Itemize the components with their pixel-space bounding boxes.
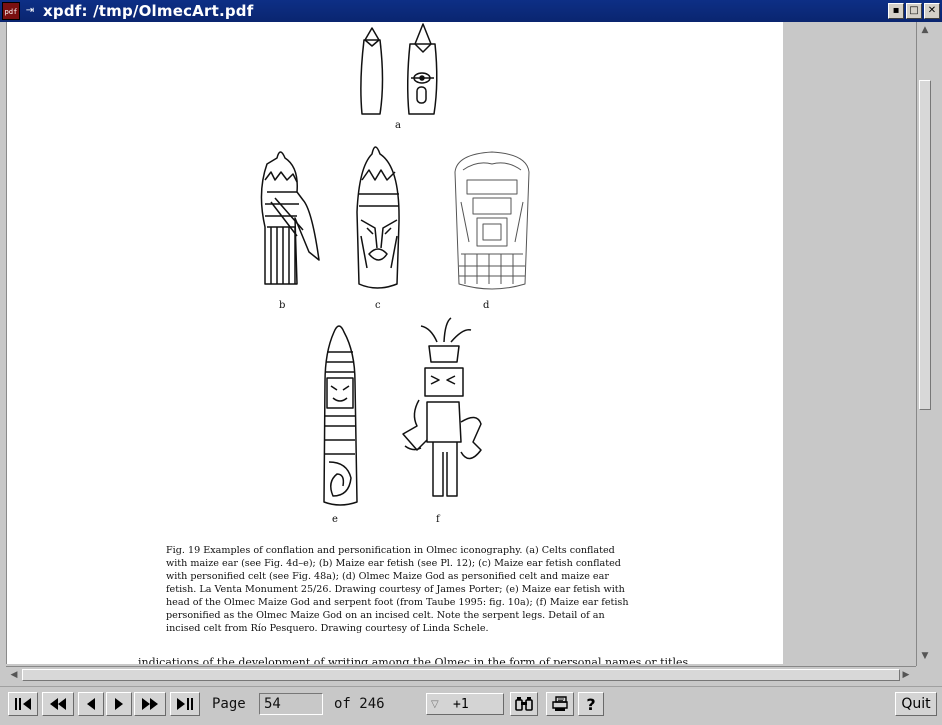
close-button[interactable]: ✕	[924, 3, 940, 19]
first-page-button[interactable]	[8, 692, 38, 716]
figure-label-e: e	[332, 514, 338, 525]
next-page-button[interactable]	[106, 692, 132, 716]
maximize-button[interactable]: □	[906, 3, 922, 19]
find-icon	[515, 697, 533, 711]
pdf-page: a b c d e f Fig. 19 Examples of conflati…	[7, 22, 783, 664]
scroll-left-icon[interactable]: ◀	[8, 669, 20, 681]
print-icon	[552, 696, 568, 711]
figure-b-drawing	[260, 151, 320, 285]
back-ten-pages-button[interactable]	[42, 692, 74, 716]
horizontal-scrollbar[interactable]: ◀ ▶	[6, 666, 916, 682]
minimize-button[interactable]: ▪	[888, 3, 904, 19]
toolbar: Page 54 of 246 ▽ +1 ? Quit	[0, 686, 942, 720]
scroll-right-icon[interactable]: ▶	[900, 669, 912, 681]
zoom-select[interactable]: ▽ +1	[426, 693, 504, 715]
horizontal-scroll-thumb[interactable]	[22, 669, 900, 681]
print-button[interactable]	[546, 692, 574, 716]
page-label: Page	[212, 696, 246, 712]
page-number-input[interactable]: 54	[259, 693, 323, 715]
figure-illustrations	[260, 23, 530, 506]
document-viewport[interactable]: a b c d e f Fig. 19 Examples of conflati…	[6, 22, 916, 664]
next-page-icon	[115, 698, 123, 710]
figure-f-drawing	[402, 317, 482, 497]
last-page-icon	[177, 698, 193, 710]
prev-page-icon	[87, 698, 95, 710]
figure-label-d: d	[483, 300, 490, 311]
figure-label-b: b	[279, 300, 286, 311]
figure-d-drawing	[454, 151, 530, 290]
help-button[interactable]: ?	[578, 692, 604, 716]
find-button[interactable]	[510, 692, 538, 716]
figure-label-f: f	[436, 514, 440, 525]
figure-label-a: a	[395, 120, 401, 131]
pin-icon[interactable]: ⇥	[23, 4, 37, 18]
window-title: xpdf: /tmp/OlmecArt.pdf	[43, 2, 254, 20]
app-icon[interactable]: pdf	[2, 2, 20, 20]
figure-a-drawing	[360, 23, 438, 115]
figure-caption: Fig. 19 Examples of conflation and perso…	[166, 545, 629, 634]
page-count-label: of 246	[334, 696, 385, 712]
body-text: indications of the development of writin…	[138, 656, 689, 664]
title-bar: pdf ⇥ xpdf: /tmp/OlmecArt.pdf ▪ □ ✕	[0, 0, 942, 22]
forward-ten-icon	[142, 698, 158, 710]
scroll-up-icon[interactable]: ▲	[919, 24, 931, 36]
previous-page-button[interactable]	[78, 692, 104, 716]
back-ten-icon	[50, 698, 66, 710]
zoom-value: +1	[453, 696, 469, 712]
last-page-button[interactable]	[170, 692, 200, 716]
forward-ten-pages-button[interactable]	[134, 692, 166, 716]
quit-button[interactable]: Quit	[895, 692, 937, 716]
figure-label-c: c	[375, 300, 381, 311]
figure-e-drawing	[323, 325, 358, 506]
vertical-scroll-thumb[interactable]	[919, 80, 931, 410]
vertical-scrollbar[interactable]: ▲ ▼	[916, 22, 932, 666]
chevron-down-icon: ▽	[431, 698, 439, 710]
figure-c-drawing	[356, 146, 400, 289]
first-page-icon	[15, 698, 31, 710]
scroll-down-icon[interactable]: ▼	[919, 650, 931, 662]
